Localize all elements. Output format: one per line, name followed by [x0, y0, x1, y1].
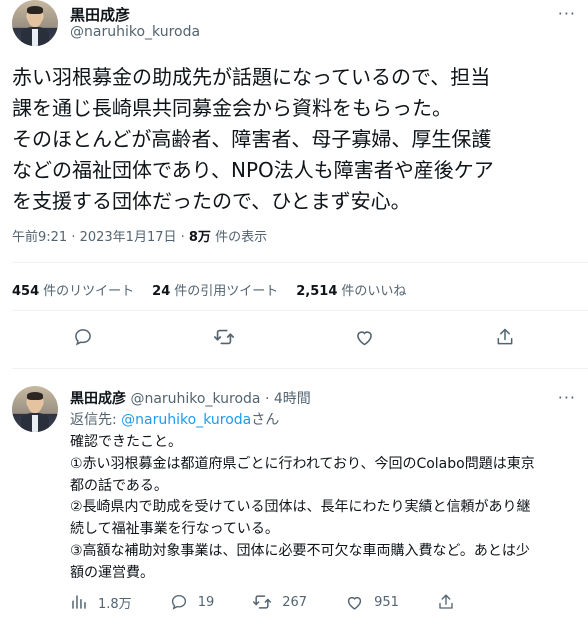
more-icon[interactable]: ··· [558, 388, 576, 407]
quotes-stat[interactable]: 24 件の引用ツイート [152, 280, 278, 299]
reply-author-meta[interactable]: @naruhiko_kuroda · 4時間 [126, 391, 310, 407]
share-icon [439, 594, 453, 609]
reply-icon [171, 594, 186, 610]
like-button[interactable]: 951 [345, 593, 399, 612]
reply-author-name[interactable]: 黒田成彦 [70, 391, 126, 407]
reply-icon[interactable] [72, 326, 94, 348]
more-icon[interactable]: ··· [558, 4, 576, 23]
like-icon[interactable] [353, 326, 375, 348]
retweet-icon[interactable] [213, 326, 235, 348]
retweet-button[interactable]: 267 [252, 592, 307, 612]
reply-actions: 1.8万 19 267 951 [70, 592, 455, 612]
like-icon [347, 596, 362, 610]
avatar[interactable] [12, 386, 58, 432]
author-handle[interactable]: @naruhiko_kuroda [70, 24, 200, 40]
views-count: 8万 [188, 230, 211, 245]
retweets-stat[interactable]: 454 件のリツイート [12, 280, 134, 299]
divider [12, 310, 588, 311]
reply-count: 19 [197, 594, 215, 610]
tweet-meta: 午前9:21 · 2023年1月17日 · 8万 件の表示 [12, 226, 267, 245]
engagement-stats: 454 件のリツイート 24 件の引用ツイート 2,514 件のいいね [12, 280, 406, 299]
reply-text: 確認できたこと。 ①赤い羽根募金は都道府県ごとに行われており、今回のColabo… [70, 434, 535, 581]
like-count: 951 [374, 594, 399, 610]
share-button[interactable] [437, 593, 455, 611]
replying-to: 返信先: @naruhiko_kurodaさん [70, 412, 280, 428]
tweet-actions [12, 326, 576, 348]
likes-stat[interactable]: 2,514 件のいいね [296, 280, 406, 299]
divider [12, 368, 588, 369]
replying-mention-link[interactable]: @naruhiko_kuroda [121, 412, 251, 428]
views-button[interactable]: 1.8万 [70, 593, 132, 612]
retweet-count: 267 [282, 594, 308, 610]
views-count: 1.8万 [98, 596, 132, 612]
timestamp[interactable]: 午前9:21 · 2023年1月17日 · [12, 230, 189, 245]
share-icon[interactable] [494, 326, 516, 348]
analytics-icon [72, 595, 86, 609]
tweet-page: 黒田成彦 @naruhiko_kuroda ··· 赤い羽根募金の助成先が話題に… [0, 0, 588, 630]
author-name[interactable]: 黒田成彦 [70, 4, 130, 25]
avatar[interactable] [12, 0, 58, 46]
reply-button[interactable]: 19 [170, 593, 215, 611]
views-label: 件の表示 [210, 230, 268, 245]
reply-header: 黒田成彦 @naruhiko_kuroda · 4時間 [70, 388, 311, 408]
retweet-icon [253, 595, 272, 609]
tweet-text: 赤い羽根募金の助成先が話題になっているので、担当 課を通じ長崎県共同募金会から資… [12, 65, 494, 213]
divider [12, 262, 588, 263]
